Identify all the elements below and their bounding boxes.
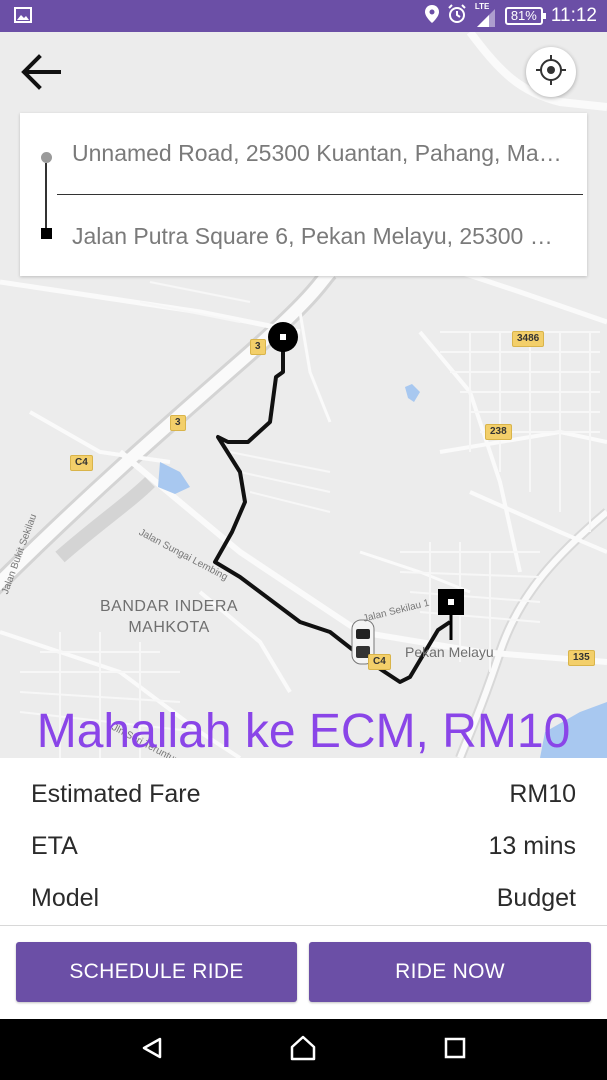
battery-level: 81% [510,8,537,23]
road-badge: 3 [170,415,186,431]
road-badge: 135 [568,650,595,666]
fare-label: Estimated Fare [31,779,201,808]
schedule-ride-button[interactable]: SCHEDULE RIDE [16,942,297,1002]
road-badge: 3 [250,339,266,355]
battery-icon: 81% [504,7,546,25]
my-location-icon [535,54,567,91]
road-badge: C4 [70,455,93,471]
road-badge: 238 [485,424,512,440]
divider [57,194,583,195]
recents-icon [444,1037,466,1064]
eta-label: ETA [31,831,78,860]
eta-row: ETA 13 mins [31,826,576,866]
model-value: Budget [496,883,576,912]
fare-value: RM10 [509,779,576,808]
home-icon [289,1035,317,1066]
area-label: BANDAR INDERA MAHKOTA [100,598,239,636]
fare-row: Estimated Fare RM10 [31,774,576,814]
address-card: Unnamed Road, 25300 Kuantan, Pahang, Mal… [20,113,587,276]
road-badge: C4 [368,654,391,670]
route-connector [45,163,47,229]
nav-recents-button[interactable] [435,1035,475,1065]
alarm-icon [447,3,467,29]
my-location-button[interactable] [526,47,576,97]
model-row: Model Budget [31,878,576,918]
back-button[interactable] [14,50,66,98]
pickup-address-field[interactable]: Unnamed Road, 25300 Kuantan, Pahang, Mal… [72,140,562,167]
pickup-dot-icon [41,152,52,163]
image-icon [14,7,32,28]
fare-details: Estimated Fare RM10 ETA 13 mins Model Bu… [0,758,607,926]
action-bar: SCHEDULE RIDE RIDE NOW [0,926,607,1019]
eta-value: 13 mins [488,831,576,860]
nav-home-button[interactable] [283,1035,323,1065]
clock: 11:12 [550,5,597,26]
model-label: Model [31,883,100,912]
place-label: Pekan Melayu [405,644,494,660]
location-pin-icon [424,4,439,28]
arrow-left-icon [19,53,61,96]
back-triangle-icon [140,1036,164,1065]
road-badge: 3486 [512,331,545,347]
system-nav-bar [0,1019,607,1080]
dropoff-square-icon [41,228,52,239]
dropoff-address-field[interactable]: Jalan Putra Square 6, Pekan Melayu, 2530… [72,223,562,250]
route-title: Mahallah ke ECM, RM10 [36,705,571,758]
nav-back-button[interactable] [132,1035,172,1065]
ride-now-button[interactable]: RIDE NOW [309,942,591,1002]
signal-icon: LTE [475,2,497,27]
status-bar: LTE 81% 11:12 [0,0,607,32]
